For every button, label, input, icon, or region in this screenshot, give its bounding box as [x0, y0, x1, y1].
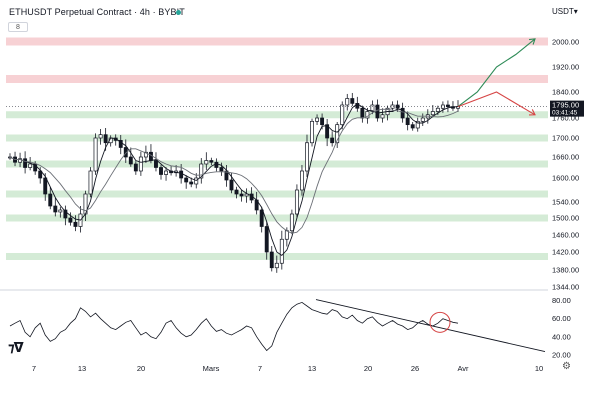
price-badge-value: 1795.00: [552, 101, 579, 110]
candle-body: [93, 137, 98, 172]
candle-body: [28, 163, 33, 168]
candle-body: [330, 137, 335, 144]
candle-body: [214, 161, 219, 168]
oscillator-axis-label: 20.00: [552, 351, 571, 360]
candle-body: [264, 226, 269, 253]
candle-body: [239, 193, 244, 197]
time-axis-label: 20: [364, 364, 372, 373]
resistance-zone: [6, 37, 548, 46]
candle-body: [410, 124, 415, 129]
chart-title: ETHUSDT Perpetual Contract · 4h · BYBIT: [9, 7, 185, 17]
oscillator-line: [9, 301, 459, 352]
candle-body: [360, 107, 365, 119]
resistance-zone: [6, 75, 548, 83]
price-axis-label: 1344.00: [552, 283, 579, 292]
candle-body: [234, 189, 239, 195]
candle-body: [204, 160, 209, 165]
candle-body: [88, 170, 93, 195]
candle-body: [279, 238, 284, 264]
price-axis-label: 1920.00: [552, 63, 579, 72]
support-zone: [6, 134, 548, 142]
candle-body: [43, 177, 48, 195]
candle-body: [320, 117, 325, 126]
candle-body: [53, 205, 58, 213]
time-axis-label: 20: [137, 364, 145, 373]
time-axis-label: 10: [535, 364, 543, 373]
price-axis-label: 1460.00: [552, 231, 579, 240]
oscillator-axis-label: 80.00: [552, 296, 571, 305]
candle-body: [103, 134, 108, 144]
price-axis-label: 1500.00: [552, 214, 579, 223]
time-axis-label: Mars: [203, 364, 220, 373]
support-zone: [6, 214, 548, 222]
candle-body: [68, 217, 73, 223]
chart-canvas[interactable]: 2000.001920.001840.001760.001700.001660.…: [0, 0, 600, 409]
candle-body: [164, 170, 168, 175]
price-axis-label: 1700.00: [552, 134, 579, 143]
time-axis-label: 13: [78, 364, 86, 373]
candle-body: [294, 189, 299, 215]
price-axis-label: 1840.00: [552, 88, 579, 97]
candle-body: [128, 156, 133, 165]
candle-body: [219, 167, 224, 172]
candle-body: [269, 251, 274, 269]
price-badge-countdown: 03:41:45: [552, 110, 578, 117]
tradingview-logo-icon: ⁊ᐁ: [8, 341, 24, 356]
candle-body: [420, 117, 425, 122]
time-axis-label: 13: [308, 364, 316, 373]
candle-body: [259, 209, 264, 227]
candle-body: [380, 114, 385, 119]
candle-body: [73, 221, 78, 227]
settings-gear-icon[interactable]: ⚙: [562, 361, 571, 372]
moving-average-line: [9, 103, 459, 256]
currency-selector[interactable]: USDT▾: [552, 7, 578, 16]
candle-body: [345, 98, 350, 106]
candle-body: [435, 107, 440, 112]
candle-body: [48, 193, 53, 207]
candle-body: [310, 120, 314, 144]
support-zone: [6, 111, 548, 119]
market-status-icon: [176, 10, 181, 15]
candle-body: [58, 209, 63, 213]
time-axis-label: 26: [411, 364, 419, 373]
price-axis-label: 1660.00: [552, 153, 579, 162]
candle-body: [340, 104, 345, 126]
price-axis-label: 1540.00: [552, 198, 579, 207]
candle-body: [229, 179, 234, 191]
candle-body: [159, 167, 163, 175]
candle-body: [315, 117, 320, 122]
candle-body: [133, 163, 138, 172]
candle-body: [98, 134, 103, 139]
oscillator-axis-label: 60.00: [552, 314, 571, 323]
support-zone: [6, 160, 548, 168]
candle-body: [405, 117, 410, 126]
candle-body: [274, 262, 279, 269]
candle-body: [209, 160, 214, 163]
candle-body: [350, 98, 355, 104]
time-axis-label: 7: [258, 364, 262, 373]
collapse-indicators-button[interactable]: 8: [8, 22, 28, 32]
candle-body: [430, 111, 435, 116]
highlight-circle: [429, 311, 451, 333]
candle-body: [154, 160, 158, 168]
time-axis-label: 7: [32, 364, 36, 373]
candle-body: [300, 170, 304, 191]
candle-body: [284, 230, 289, 240]
price-axis-label: 1380.00: [552, 266, 579, 275]
price-axis-label: 1420.00: [552, 248, 579, 257]
price-axis-label: 2000.00: [552, 38, 579, 47]
candle-body: [289, 213, 294, 232]
candle-body: [189, 181, 194, 185]
time-axis-label: Avr: [457, 364, 469, 373]
candle-body: [138, 156, 143, 172]
bullish-projection-arrow: [457, 38, 536, 108]
price-axis-label: 1600.00: [552, 174, 579, 183]
candle-body: [305, 142, 309, 172]
candle-body: [184, 177, 189, 183]
oscillator-axis-label: 40.00: [552, 332, 571, 341]
candle-body: [23, 158, 28, 168]
candle-body: [179, 170, 184, 179]
candle-body: [375, 104, 380, 119]
